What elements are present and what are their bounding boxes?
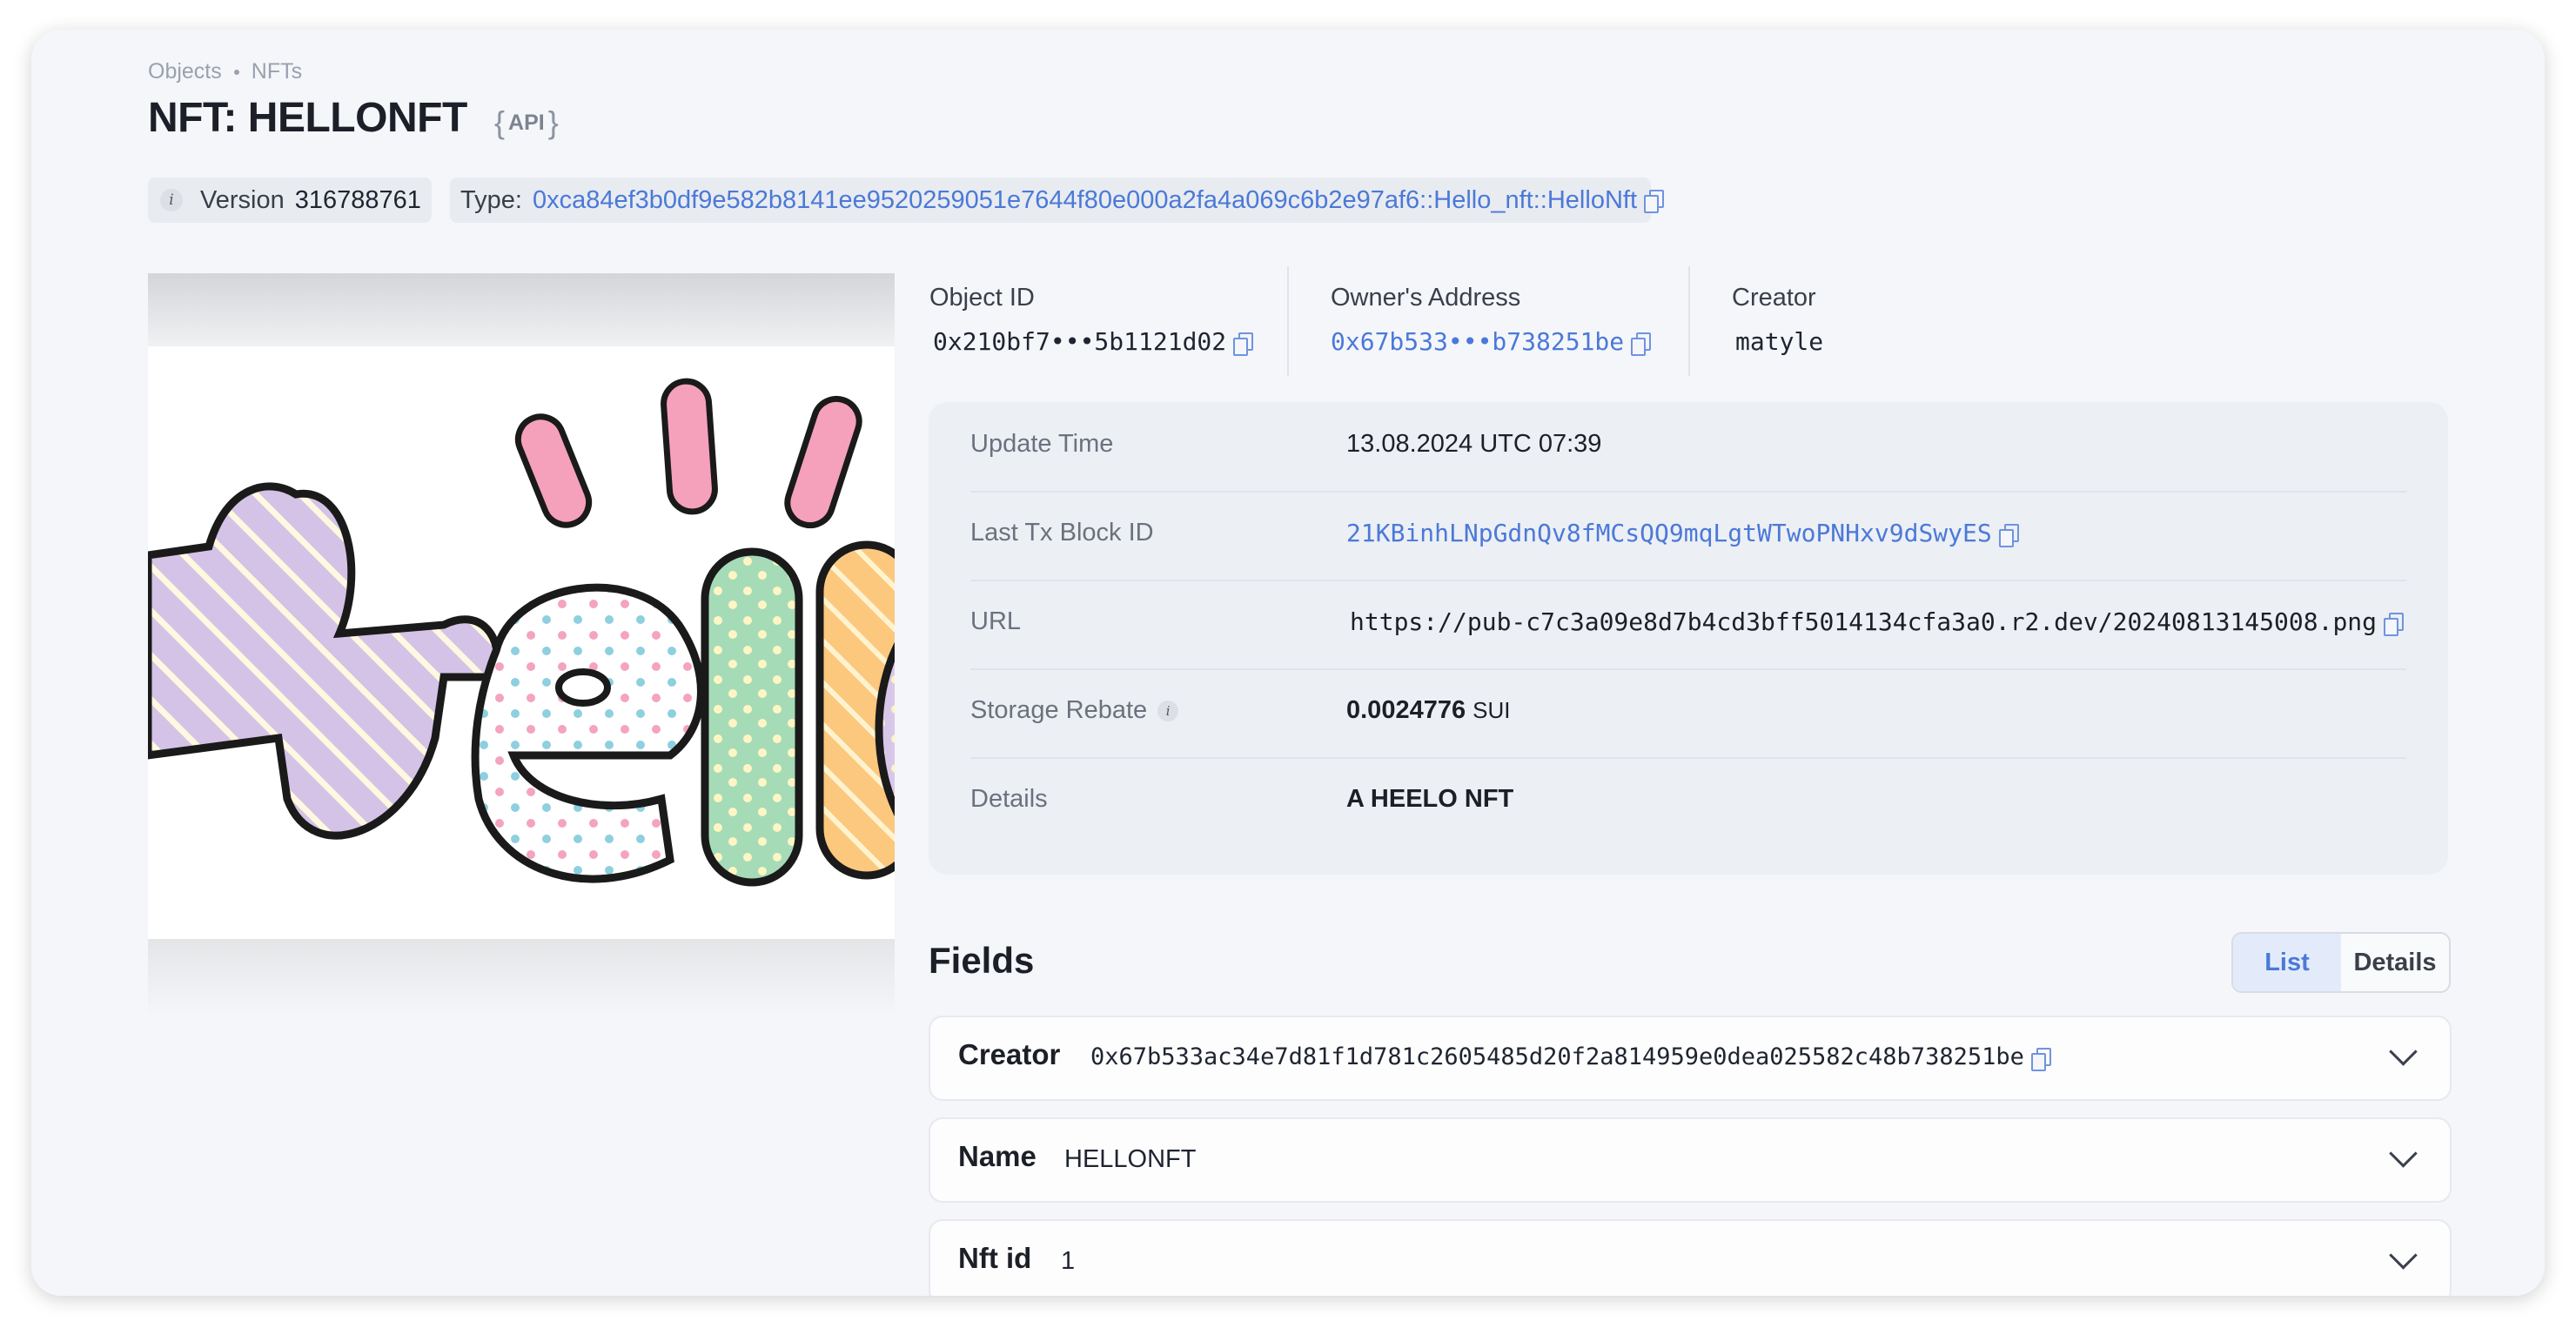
- detail-row-storage-rebate: Storage Rebate i 0.0024776 SUI: [970, 668, 2406, 759]
- url-label: URL: [970, 607, 1022, 635]
- version-value: 316788761: [294, 185, 421, 214]
- last-tx-label: Last Tx Block ID: [970, 519, 1154, 547]
- breadcrumb-nfts[interactable]: NFTs: [252, 59, 302, 84]
- field-value: 1: [1061, 1247, 1076, 1275]
- api-link[interactable]: { API }: [494, 104, 559, 141]
- details-label: Details: [970, 785, 1048, 813]
- object-id-row: 0x210bf7•••5b1121d02: [933, 327, 1254, 356]
- view-toggle: List Details: [2231, 932, 2451, 993]
- update-time-value: 13.08.2024 UTC 07:39: [1346, 430, 1602, 458]
- creator-label: Creator: [1732, 284, 1816, 312]
- breadcrumb-separator: [233, 69, 239, 75]
- nft-image: [148, 273, 895, 1022]
- image-bottom-shade: [148, 939, 895, 1017]
- list-view-button[interactable]: List: [2233, 934, 2341, 991]
- creator-value: matyle: [1735, 327, 1824, 356]
- copy-icon[interactable]: [1233, 332, 1254, 356]
- copy-icon[interactable]: [2384, 613, 2405, 636]
- storage-rebate-row: 0.0024776 SUI: [1346, 696, 1511, 725]
- storage-rebate-value: 0.0024776: [1346, 696, 1466, 724]
- divider: [1688, 266, 1690, 376]
- image-top-shade: [148, 273, 895, 346]
- copy-icon[interactable]: [2030, 1047, 2051, 1071]
- hello-artwork: [148, 346, 895, 939]
- owner-label: Owner's Address: [1331, 284, 1521, 312]
- details-view-button[interactable]: Details: [2341, 934, 2449, 991]
- detail-row-details: Details A HEELO NFT: [970, 757, 2406, 846]
- detail-row-update-time: Update Time 13.08.2024 UTC 07:39: [970, 402, 2406, 493]
- chevron-down-icon[interactable]: [2389, 1139, 2418, 1168]
- field-value: 0x67b533ac34e7d81f1d781c2605485d20f2a814…: [1090, 1043, 2024, 1070]
- info-icon[interactable]: i: [1157, 700, 1179, 721]
- divider: [1287, 266, 1289, 376]
- detail-row-url: URL https://pub-c7c3a09e8d7b4cd3bff50141…: [970, 580, 2406, 670]
- field-row-creator[interactable]: Creator 0x67b533ac34e7d81f1d781c2605485d…: [929, 1016, 2452, 1101]
- details-panel: Update Time 13.08.2024 UTC 07:39 Last Tx…: [929, 402, 2448, 875]
- chevron-down-icon[interactable]: [2389, 1037, 2418, 1066]
- details-value: A HEELO NFT: [1346, 785, 1514, 813]
- last-tx-link[interactable]: 21KBinhLNpGdnQv8fMCsQQ9mqLgtWTwoPNHxv9dS…: [1346, 519, 1992, 547]
- brace-open-icon: {: [494, 104, 506, 140]
- field-row-name[interactable]: Name HELLONFT: [929, 1117, 2452, 1203]
- storage-rebate-label: Storage Rebate: [970, 696, 1148, 724]
- field-key: Creator: [958, 1038, 1061, 1070]
- type-chip: Type: 0xca84ef3b0df9e582b8141ee952025905…: [450, 178, 1664, 223]
- chevron-down-icon[interactable]: [2389, 1241, 2418, 1270]
- field-value: HELLONFT: [1064, 1145, 1197, 1173]
- breadcrumb: Objects NFTs: [148, 59, 302, 84]
- last-tx-row: 21KBinhLNpGdnQv8fMCsQQ9mqLgtWTwoPNHxv9dS…: [1346, 519, 2019, 547]
- object-id-value: 0x210bf7•••5b1121d02: [933, 327, 1227, 356]
- owner-address-link[interactable]: 0x67b533•••b738251be: [1331, 327, 1624, 356]
- info-icon: i: [160, 189, 183, 211]
- field-row-nft-id[interactable]: Nft id 1: [929, 1219, 2452, 1296]
- owner-row: 0x67b533•••b738251be: [1331, 327, 1652, 356]
- api-label: API: [508, 110, 545, 135]
- storage-rebate-key: Storage Rebate i: [970, 696, 1179, 725]
- field-value-row: 0x67b533ac34e7d81f1d781c2605485d20f2a814…: [1090, 1043, 2051, 1071]
- copy-icon[interactable]: [1644, 190, 1664, 213]
- page-title: NFT: HELLONFT: [148, 95, 467, 141]
- storage-rebate-unit: SUI: [1472, 697, 1511, 723]
- field-key: Name: [958, 1140, 1036, 1172]
- copy-icon[interactable]: [1998, 524, 2019, 547]
- url-value[interactable]: https://pub-c7c3a09e8d7b4cd3bff5014134cf…: [1350, 607, 2377, 636]
- brace-close-icon: }: [547, 104, 559, 140]
- url-row: https://pub-c7c3a09e8d7b4cd3bff5014134cf…: [1350, 607, 2405, 636]
- version-label: Version: [200, 185, 285, 214]
- type-link[interactable]: 0xca84ef3b0df9e582b8141ee9520259051e7644…: [533, 186, 1637, 215]
- field-key: Nft id: [958, 1242, 1032, 1274]
- copy-icon[interactable]: [1631, 332, 1652, 356]
- fields-title: Fields: [929, 940, 1035, 981]
- detail-row-last-tx: Last Tx Block ID 21KBinhLNpGdnQv8fMCsQQ9…: [970, 491, 2406, 581]
- version-chip: i Version 316788761: [148, 178, 432, 223]
- app-window: Objects NFTs NFT: HELLONFT { API } i Ver…: [31, 30, 2545, 1296]
- breadcrumb-objects[interactable]: Objects: [148, 59, 222, 84]
- update-time-label: Update Time: [970, 430, 1114, 458]
- object-id-label: Object ID: [929, 284, 1035, 312]
- type-label: Type:: [460, 185, 522, 214]
